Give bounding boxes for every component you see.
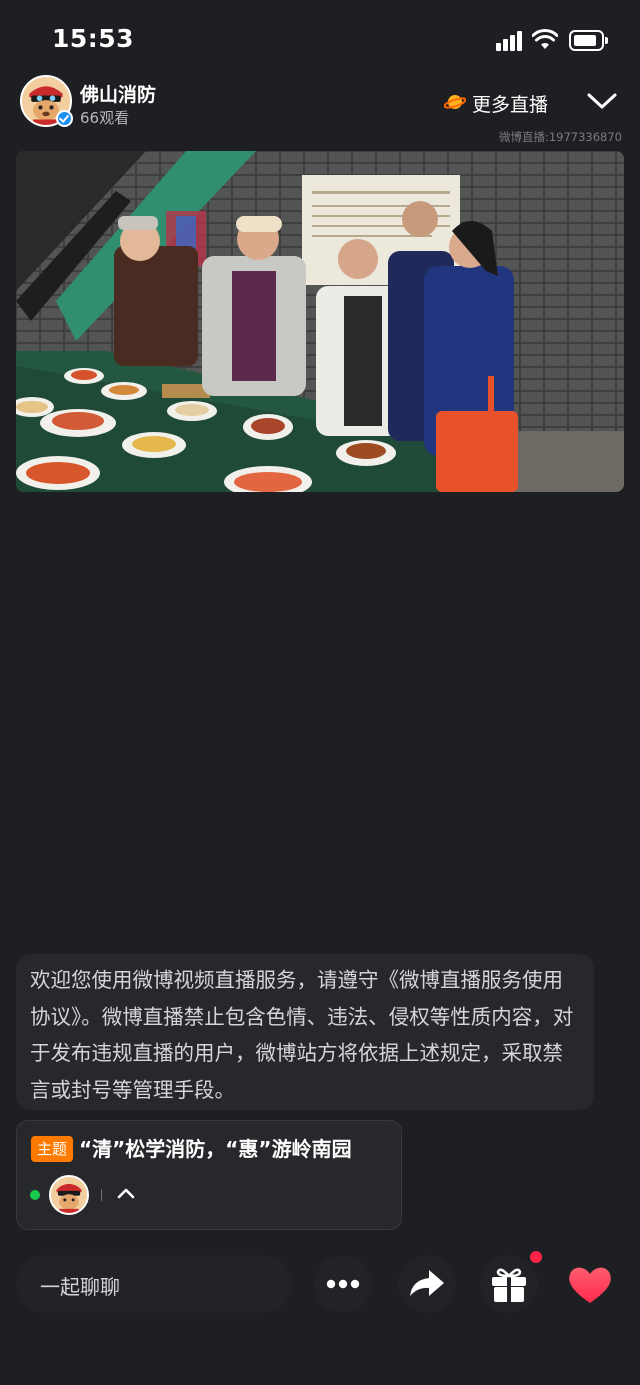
more-dots-icon bbox=[326, 1279, 360, 1289]
viewer-count: 66观看 bbox=[80, 109, 130, 127]
verified-icon bbox=[56, 110, 73, 127]
wifi-icon bbox=[532, 29, 558, 49]
more-button[interactable] bbox=[314, 1255, 372, 1313]
share-button[interactable] bbox=[398, 1255, 456, 1313]
gift-button[interactable] bbox=[480, 1251, 542, 1313]
host-card[interactable]: 佛山消防 66观看 bbox=[16, 72, 182, 132]
online-status-dot bbox=[30, 1190, 40, 1200]
chat-input[interactable]: 一起聊聊 bbox=[16, 1255, 292, 1313]
share-icon bbox=[410, 1270, 444, 1296]
status-time: 15:53 bbox=[52, 24, 135, 53]
topic-card[interactable]: 主题 “清”松学消防，“惠”游岭南园 bbox=[16, 1120, 402, 1230]
more-live-button[interactable]: 更多直播 bbox=[436, 84, 560, 120]
like-button[interactable] bbox=[561, 1255, 619, 1313]
chevron-up-icon[interactable] bbox=[117, 1187, 135, 1199]
live-video[interactable] bbox=[16, 151, 624, 492]
gift-notification-dot bbox=[530, 1251, 542, 1263]
heart-icon bbox=[569, 1267, 611, 1303]
topic-avatar[interactable] bbox=[49, 1175, 89, 1215]
host-name[interactable]: 佛山消防 bbox=[80, 80, 156, 107]
divider bbox=[101, 1189, 102, 1201]
status-bar: 15:53 bbox=[0, 0, 640, 80]
battery-icon bbox=[569, 30, 609, 51]
more-live-label: 更多直播 bbox=[472, 94, 549, 116]
live-service-notice: 欢迎您使用微博视频直播服务，请遵守《微博直播服务使用协议》。微博直播禁止包含色情… bbox=[16, 954, 594, 1110]
topic-tag: 主题 bbox=[31, 1136, 74, 1162]
chat-placeholder: 一起聊聊 bbox=[40, 1275, 120, 1299]
topic-title: “清”松学消防，“惠”游岭南园 bbox=[79, 1137, 352, 1161]
video-frame-image bbox=[16, 151, 624, 492]
gift-icon bbox=[492, 1268, 526, 1302]
chevron-down-icon[interactable] bbox=[586, 90, 618, 112]
notice-text: 欢迎您使用微博视频直播服务，请遵守《微博直播服务使用协议》。微博直播禁止包含色情… bbox=[30, 968, 574, 1102]
signal-icon bbox=[496, 31, 524, 51]
planet-icon bbox=[444, 95, 466, 109]
live-id: 微博直播:1977336870 bbox=[498, 130, 622, 144]
